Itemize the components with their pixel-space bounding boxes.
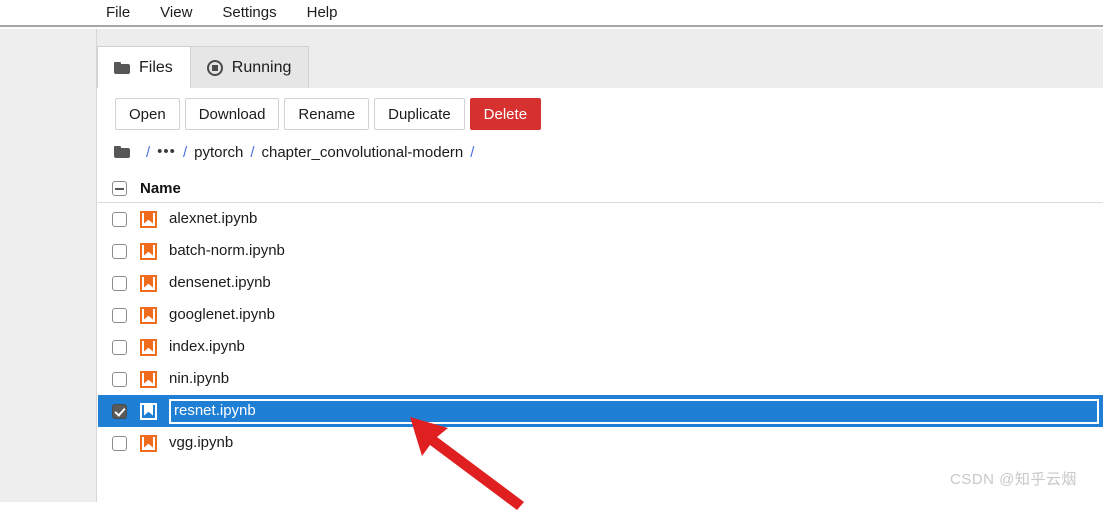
table-row[interactable]: alexnet.ipynb <box>98 203 1103 235</box>
notebook-icon <box>140 338 157 356</box>
table-row[interactable]: densenet.ipynb <box>98 267 1103 299</box>
watermark: CSDN @知乎云烟 <box>950 471 1077 488</box>
tab-files-label: Files <box>139 58 173 76</box>
row-checkbox-slot <box>98 403 140 419</box>
file-actions-toolbar: Open Download Rename Duplicate Delete <box>115 98 542 130</box>
notebook-icon <box>140 274 157 292</box>
row-checkbox[interactable] <box>111 339 127 355</box>
rename-input-value: resnet.ipynb <box>174 402 256 419</box>
tab-running[interactable]: Running <box>190 46 310 88</box>
file-name[interactable]: vgg.ipynb <box>169 434 233 452</box>
notebook-icon <box>140 242 157 260</box>
table-row[interactable]: nin.ipynb <box>98 363 1103 395</box>
breadcrumb-ellipsis[interactable]: ••• <box>157 144 176 159</box>
file-name[interactable]: index.ipynb <box>169 338 245 356</box>
breadcrumb-segment-pytorch[interactable]: pytorch <box>194 144 243 161</box>
breadcrumb: / ••• / pytorch / chapter_convolutional-… <box>114 140 481 164</box>
notebook-icon <box>140 370 157 388</box>
menu-bar: File View Settings Help <box>0 0 1103 27</box>
tab-running-label: Running <box>231 58 292 76</box>
rename-button[interactable]: Rename <box>284 98 370 130</box>
row-checkbox[interactable] <box>111 243 127 259</box>
table-row[interactable]: googlenet.ipynb <box>98 299 1103 331</box>
row-checkbox[interactable] <box>111 371 127 387</box>
row-checkbox-slot <box>98 371 140 387</box>
file-name[interactable]: batch-norm.ipynb <box>169 242 285 260</box>
row-checkbox-slot <box>98 307 140 323</box>
menu-item-settings[interactable]: Settings <box>222 4 276 21</box>
folder-icon[interactable] <box>114 146 130 158</box>
row-checkbox[interactable] <box>111 435 127 451</box>
row-checkbox[interactable] <box>111 307 127 323</box>
open-button[interactable]: Open <box>115 98 180 130</box>
left-sidebar <box>0 29 97 502</box>
breadcrumb-separator: / <box>470 143 475 161</box>
row-checkbox-slot <box>98 339 140 355</box>
row-checkbox[interactable] <box>111 211 127 227</box>
notebook-icon <box>140 402 157 420</box>
column-header-name[interactable]: Name <box>140 180 181 197</box>
breadcrumb-separator: / <box>146 143 151 161</box>
breadcrumb-segment-chapter[interactable]: chapter_convolutional-modern <box>261 144 463 161</box>
delete-button[interactable]: Delete <box>469 98 542 130</box>
table-row[interactable]: index.ipynb <box>98 331 1103 363</box>
file-name[interactable]: googlenet.ipynb <box>169 306 275 324</box>
circle-stop-icon <box>206 59 223 76</box>
file-name[interactable]: densenet.ipynb <box>169 274 271 292</box>
menu-item-view[interactable]: View <box>160 4 192 21</box>
rename-input[interactable]: resnet.ipynb <box>169 398 1099 424</box>
select-all-checkbox[interactable] <box>111 181 127 196</box>
table-row-selected[interactable]: resnet.ipynb <box>98 395 1103 427</box>
notebook-icon <box>140 434 157 452</box>
tab-files[interactable]: Files <box>97 46 191 88</box>
table-row[interactable]: batch-norm.ipynb <box>98 235 1103 267</box>
download-button[interactable]: Download <box>184 98 280 130</box>
row-checkbox-slot <box>98 435 140 451</box>
folder-icon <box>114 61 130 74</box>
breadcrumb-separator: / <box>250 143 255 161</box>
file-list: Name alexnet.ipynb batch-norm.ipynb dens… <box>98 175 1103 459</box>
row-checkbox-slot <box>98 243 140 259</box>
menu-item-help[interactable]: Help <box>307 4 338 21</box>
row-checkbox-slot <box>98 211 140 227</box>
tab-bar: Files Running <box>97 46 310 88</box>
notebook-icon <box>140 210 157 228</box>
row-checkbox[interactable] <box>111 403 127 419</box>
table-row[interactable]: vgg.ipynb <box>98 427 1103 459</box>
row-checkbox-slot <box>98 275 140 291</box>
file-list-header: Name <box>98 175 1103 203</box>
notebook-icon <box>140 306 157 324</box>
breadcrumb-separator: / <box>182 143 188 161</box>
file-name[interactable]: nin.ipynb <box>169 370 229 388</box>
file-name[interactable]: alexnet.ipynb <box>169 210 257 228</box>
duplicate-button[interactable]: Duplicate <box>374 98 465 130</box>
row-checkbox[interactable] <box>111 275 127 291</box>
menu-item-file[interactable]: File <box>106 4 130 21</box>
select-all-checkbox-slot <box>98 181 140 196</box>
